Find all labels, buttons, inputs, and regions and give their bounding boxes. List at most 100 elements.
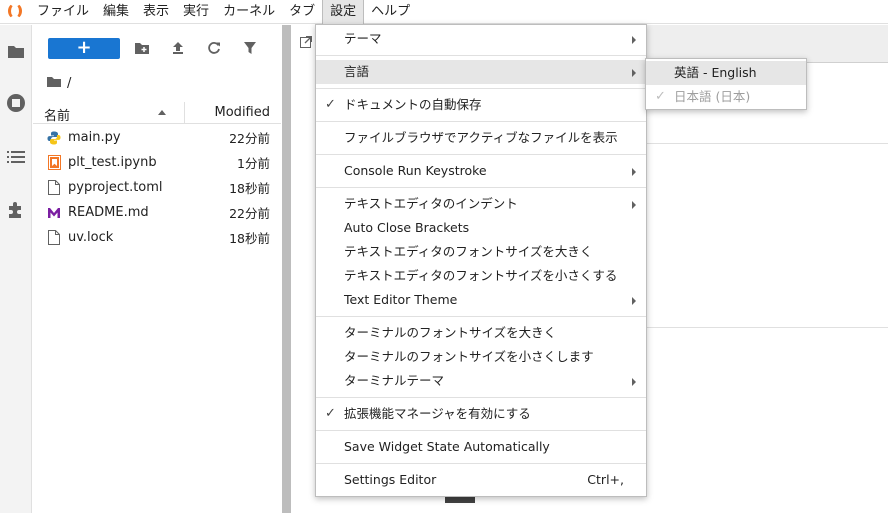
menu-item-label: 言語 — [344, 64, 370, 79]
menu-item-label: テキストエディタのフォントサイズを小さくする — [344, 268, 618, 283]
file-modified: 18秒前 — [229, 181, 270, 196]
settings-menu: テーマ 言語 ✓ ドキュメントの自動保存 ファイルブラウザでアクティブなファイル… — [315, 24, 647, 497]
menu-item-console-keystroke[interactable]: Console Run Keystroke — [316, 159, 646, 183]
filter-icon[interactable] — [241, 39, 259, 57]
menu-tabs[interactable]: タブ — [282, 0, 322, 24]
menu-item-label: テーマ — [344, 31, 382, 46]
menu-item-editor-theme[interactable]: Text Editor Theme — [316, 288, 646, 312]
menu-item-label: ドキュメントの自動保存 — [344, 97, 482, 112]
divider — [646, 327, 888, 328]
menu-item-label: Console Run Keystroke — [344, 163, 487, 178]
file-name: pyproject.toml — [68, 180, 163, 195]
menu-item-editor-font-up[interactable]: テキストエディタのフォントサイズを大きく — [316, 240, 646, 264]
language-submenu: 英語 - English ✓ 日本語 (日本) — [645, 58, 807, 110]
menu-item-terminal-theme[interactable]: ターミナルテーマ — [316, 369, 646, 393]
check-icon: ✓ — [325, 406, 336, 421]
menu-help[interactable]: ヘルプ — [364, 0, 417, 24]
launch-icon — [300, 35, 313, 52]
menu-separator — [316, 430, 646, 431]
menu-item-label: テキストエディタのフォントサイズを大きく — [344, 244, 593, 259]
menu-item-label: テキストエディタのインデント — [344, 196, 518, 211]
file-modified: 22分前 — [229, 131, 270, 146]
menu-separator — [316, 463, 646, 464]
keyboard-shortcut: Ctrl+, — [587, 472, 624, 487]
file-browser: + / 名前 Modified main.py 22分前 plt_test.ip… — [33, 25, 281, 513]
check-icon: ✓ — [655, 89, 666, 104]
file-row-readme[interactable]: README.md 22分前 — [33, 200, 281, 225]
menu-settings[interactable]: 設定 — [322, 0, 365, 24]
refresh-icon[interactable] — [205, 39, 223, 57]
menu-file[interactable]: ファイル — [30, 0, 96, 24]
menu-item-japanese: ✓ 日本語 (日本) — [646, 85, 806, 109]
file-name: main.py — [68, 130, 121, 145]
file-row-uv-lock[interactable]: uv.lock 18秒前 — [33, 225, 281, 250]
breadcrumb-root[interactable]: / — [67, 76, 71, 91]
file-icon — [47, 180, 61, 196]
menu-bar: ファイル 編集 表示 実行 カーネル タブ 設定 ヘルプ — [0, 0, 888, 24]
menu-item-label: 日本語 (日本) — [674, 89, 751, 104]
menu-item-label: Text Editor Theme — [344, 292, 458, 307]
file-modified: 18秒前 — [229, 231, 270, 246]
file-browser-toolbar: + — [33, 35, 281, 63]
file-row-main-py[interactable]: main.py 22分前 — [33, 125, 281, 150]
menu-separator — [316, 55, 646, 56]
file-name: uv.lock — [68, 230, 114, 245]
folder-icon[interactable] — [47, 76, 61, 91]
menu-item-theme[interactable]: テーマ — [316, 27, 646, 51]
file-row-pyproject[interactable]: pyproject.toml 18秒前 — [33, 175, 281, 200]
menu-item-label: ターミナルのフォントサイズを小さくします — [344, 349, 594, 364]
menu-item-label: Auto Close Brackets — [344, 220, 470, 235]
menu-separator — [316, 316, 646, 317]
menu-kernel[interactable]: カーネル — [216, 0, 282, 24]
menu-item-save-widget-state[interactable]: Save Widget State Automatically — [316, 435, 646, 459]
file-icon — [47, 230, 61, 246]
upload-icon[interactable] — [169, 39, 187, 57]
sort-up-icon[interactable] — [158, 110, 166, 115]
new-folder-icon[interactable] — [133, 39, 151, 57]
column-divider[interactable] — [184, 102, 185, 124]
menu-item-autosave[interactable]: ✓ ドキュメントの自動保存 — [316, 93, 646, 117]
check-icon: ✓ — [325, 97, 336, 112]
menu-item-language[interactable]: 言語 — [316, 60, 646, 84]
python-file-icon — [47, 130, 61, 146]
chevron-right-icon — [632, 168, 636, 176]
menu-item-label: Settings Editor — [344, 472, 437, 487]
menu-item-extension-manager[interactable]: ✓ 拡張機能マネージャを有効にする — [316, 402, 646, 426]
menu-item-label: 英語 - English — [674, 65, 757, 80]
column-name-header[interactable]: 名前 — [44, 105, 70, 124]
chevron-right-icon — [632, 201, 636, 209]
menu-separator — [316, 397, 646, 398]
menu-run[interactable]: 実行 — [176, 0, 216, 24]
menu-separator — [316, 187, 646, 188]
file-name: README.md — [68, 205, 149, 220]
chevron-right-icon — [632, 69, 636, 77]
column-modified-header[interactable]: Modified — [215, 105, 270, 120]
running-icon[interactable] — [4, 91, 28, 115]
menu-item-label: 拡張機能マネージャを有効にする — [344, 406, 531, 421]
menu-edit[interactable]: 編集 — [96, 0, 136, 24]
toc-icon[interactable] — [4, 145, 28, 169]
menu-item-editor-indent[interactable]: テキストエディタのインデント — [316, 192, 646, 216]
breadcrumb: / — [47, 73, 71, 93]
jupyter-logo — [0, 0, 30, 24]
menu-item-show-active-file[interactable]: ファイルブラウザでアクティブなファイルを表示 — [316, 126, 646, 150]
folder-icon[interactable] — [4, 39, 28, 63]
menu-item-label: Save Widget State Automatically — [344, 439, 550, 454]
divider — [646, 143, 888, 144]
extension-icon[interactable] — [4, 198, 28, 222]
new-launcher-button[interactable]: + — [48, 38, 120, 59]
menu-separator — [316, 121, 646, 122]
menu-item-settings-editor[interactable]: Settings Editor Ctrl+, — [316, 468, 646, 492]
file-modified: 22分前 — [229, 206, 270, 221]
menu-item-english[interactable]: 英語 - English — [646, 61, 806, 85]
panel-splitter[interactable] — [282, 25, 291, 513]
menu-view[interactable]: 表示 — [136, 0, 176, 24]
notebook-file-icon — [47, 155, 61, 171]
menu-item-editor-font-down[interactable]: テキストエディタのフォントサイズを小さくする — [316, 264, 646, 288]
menu-item-terminal-font-down[interactable]: ターミナルのフォントサイズを小さくします — [316, 345, 646, 369]
menu-item-auto-close-brackets[interactable]: Auto Close Brackets — [316, 216, 646, 240]
file-name: plt_test.ipynb — [68, 155, 157, 170]
menu-item-terminal-font-up[interactable]: ターミナルのフォントサイズを大きく — [316, 321, 646, 345]
file-row-plt-test[interactable]: plt_test.ipynb 1分前 — [33, 150, 281, 175]
activity-bar — [0, 25, 32, 513]
